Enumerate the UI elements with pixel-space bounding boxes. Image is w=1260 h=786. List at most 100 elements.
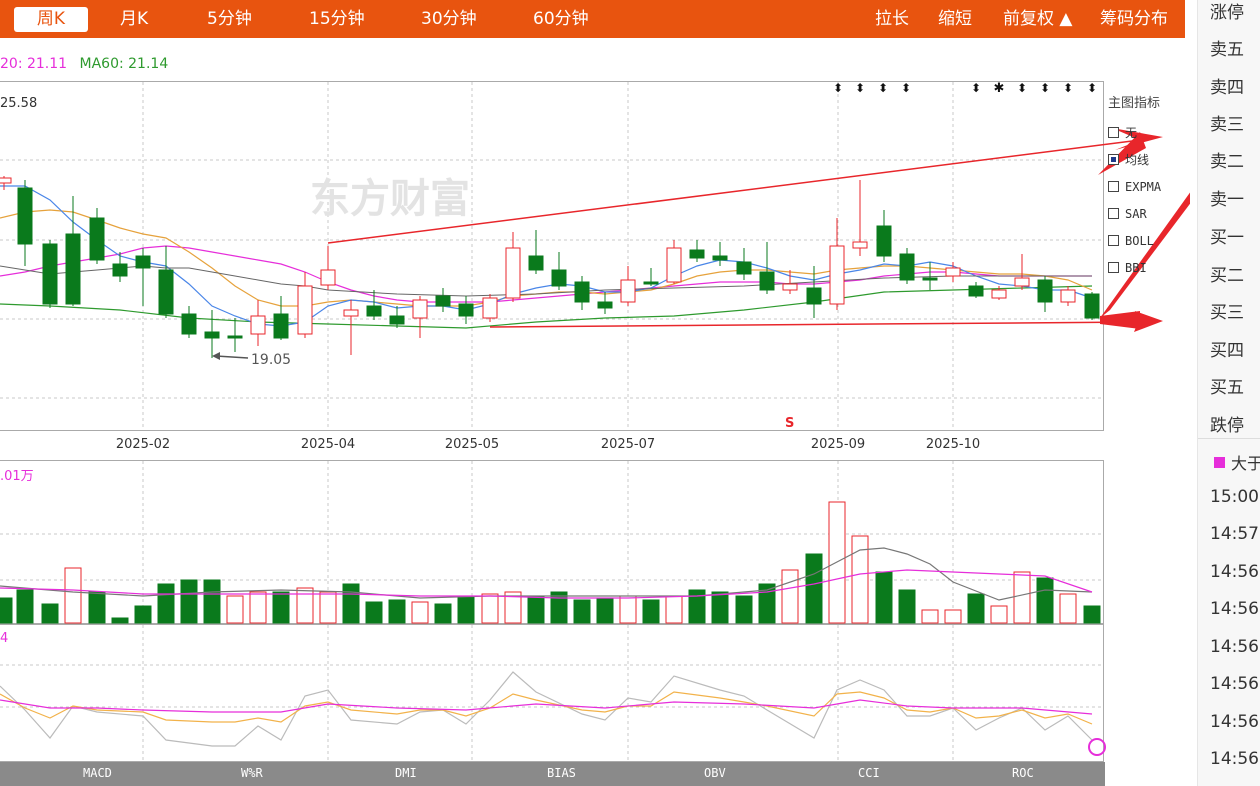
volume-bar-down	[342, 583, 360, 624]
event-marker-icon: ⬍	[971, 81, 981, 95]
event-marker-icon: ⬍	[1040, 81, 1050, 95]
tab-obv[interactable]: OBV	[704, 766, 726, 780]
checkbox[interactable]	[1108, 262, 1119, 273]
volume-bar-down	[365, 601, 383, 624]
event-marker-icon: ⬍	[901, 81, 911, 95]
candle-down	[273, 313, 289, 339]
buy-1-label: 买一	[1210, 228, 1244, 248]
candle-down	[135, 255, 151, 269]
trade-time: 14:56:	[1210, 637, 1260, 657]
volume-bar-up	[1059, 593, 1077, 624]
candle-up	[1014, 277, 1030, 287]
candle-down	[458, 303, 474, 317]
limit-up-label: 涨停	[1210, 3, 1244, 23]
candle-up	[852, 241, 868, 249]
event-marker-icon: ⬍	[1017, 81, 1027, 95]
indicator-none[interactable]: 无	[1108, 119, 1186, 146]
trade-time: 14:56:	[1210, 599, 1260, 619]
candle-down	[17, 187, 33, 245]
event-marker-icon: ⬍	[855, 81, 865, 95]
tab-cci[interactable]: CCI	[858, 766, 880, 780]
volume-bar-down	[805, 553, 823, 624]
candle-down	[574, 281, 590, 303]
tab-roc[interactable]: ROC	[1012, 766, 1034, 780]
indicator-panel-title: 主图指标	[1108, 96, 1161, 111]
candle-down	[1084, 293, 1100, 319]
checkbox[interactable]	[1108, 127, 1119, 138]
indicator-label: 4	[0, 631, 8, 646]
volume-bar-down	[111, 617, 129, 624]
x-tick-label: 2025-09	[811, 437, 865, 452]
watermark-text: 东方财富	[310, 176, 470, 222]
candle-up	[829, 245, 845, 305]
x-tick-label: 2025-04	[301, 437, 355, 452]
checkbox-checked[interactable]	[1108, 154, 1119, 165]
candle-up	[250, 315, 266, 335]
volume-bar-up	[1013, 571, 1031, 624]
trade-time: 15:00:	[1210, 487, 1260, 507]
indicator-expma[interactable]: EXPMA	[1108, 173, 1186, 200]
indicator-tab-bar: MACD W%R DMI BIAS OBV CCI ROC	[0, 762, 1105, 786]
candle-down	[689, 249, 705, 259]
checkbox[interactable]	[1108, 235, 1119, 246]
volume-bar-down	[16, 589, 34, 624]
volume-bar-down	[1036, 577, 1054, 624]
tab-bias[interactable]: BIAS	[547, 766, 576, 780]
x-tick-label: 2025-07	[601, 437, 655, 452]
tab-wr[interactable]: W%R	[241, 766, 263, 780]
volume-bar-down	[573, 599, 591, 624]
volume-bar-up	[226, 595, 244, 624]
volume-bar-up	[319, 591, 337, 624]
volume-bar-down	[550, 591, 568, 624]
event-marker-icon: ✱	[994, 81, 1005, 96]
candle-up	[505, 247, 521, 299]
buy-5-label: 买五	[1210, 378, 1244, 398]
candle-down	[158, 269, 174, 315]
low-price-label: 19.05	[251, 352, 291, 368]
indicator-bbi[interactable]: BBI	[1108, 254, 1186, 281]
volume-bar-down	[388, 599, 406, 624]
volume-bar-up	[944, 609, 962, 624]
checkbox[interactable]	[1108, 208, 1119, 219]
candle-down	[806, 287, 822, 305]
candle-up	[320, 269, 336, 286]
volume-bar-up	[481, 593, 499, 624]
volume-bar-up	[781, 569, 799, 624]
divider	[1198, 438, 1260, 439]
candle-down	[712, 255, 728, 261]
event-marker-icon: ⬍	[1063, 81, 1073, 95]
event-marker-icon: ⬍	[878, 81, 888, 95]
candle-up	[666, 247, 682, 283]
big-order-filter[interactable]: 大于	[1214, 450, 1260, 474]
volume-bar-down	[203, 579, 221, 624]
x-tick-label: 2025-05	[445, 437, 499, 452]
volume-bar-up	[921, 609, 939, 624]
sell-signal-marker[interactable]: S	[785, 416, 794, 431]
cursor-circle[interactable]	[1088, 738, 1106, 756]
lower-trendline	[489, 321, 1141, 328]
indicator-line-grey	[0, 671, 1093, 747]
checkbox[interactable]	[1108, 181, 1119, 192]
candle-up	[343, 309, 359, 317]
buy-3-label: 买三	[1210, 303, 1244, 323]
trade-time: 14:56:	[1210, 562, 1260, 582]
indicator-ma[interactable]: 均线	[1108, 146, 1186, 173]
volume-bar-down	[157, 583, 175, 624]
sell-4-label: 卖四	[1210, 78, 1244, 98]
volume-bar-down	[180, 579, 198, 624]
candle-down	[736, 261, 752, 275]
tab-dmi[interactable]: DMI	[395, 766, 417, 780]
volume-bar-down	[41, 603, 59, 624]
candle-down	[968, 285, 984, 297]
indicator-boll[interactable]: BOLL	[1108, 227, 1186, 254]
tab-macd[interactable]: MACD	[83, 766, 112, 780]
candle-up	[782, 283, 798, 291]
indicator-sar[interactable]: SAR	[1108, 200, 1186, 227]
main-indicator-panel: 主图指标 无 均线 EXPMA SAR BOLL BBI	[1108, 92, 1186, 281]
candle-up	[482, 297, 498, 319]
buy-2-label: 买二	[1210, 266, 1244, 286]
candle-down	[551, 269, 567, 287]
x-tick-label: 2025-02	[116, 437, 170, 452]
volume-bar-up	[64, 567, 82, 624]
candle-down	[435, 295, 451, 307]
